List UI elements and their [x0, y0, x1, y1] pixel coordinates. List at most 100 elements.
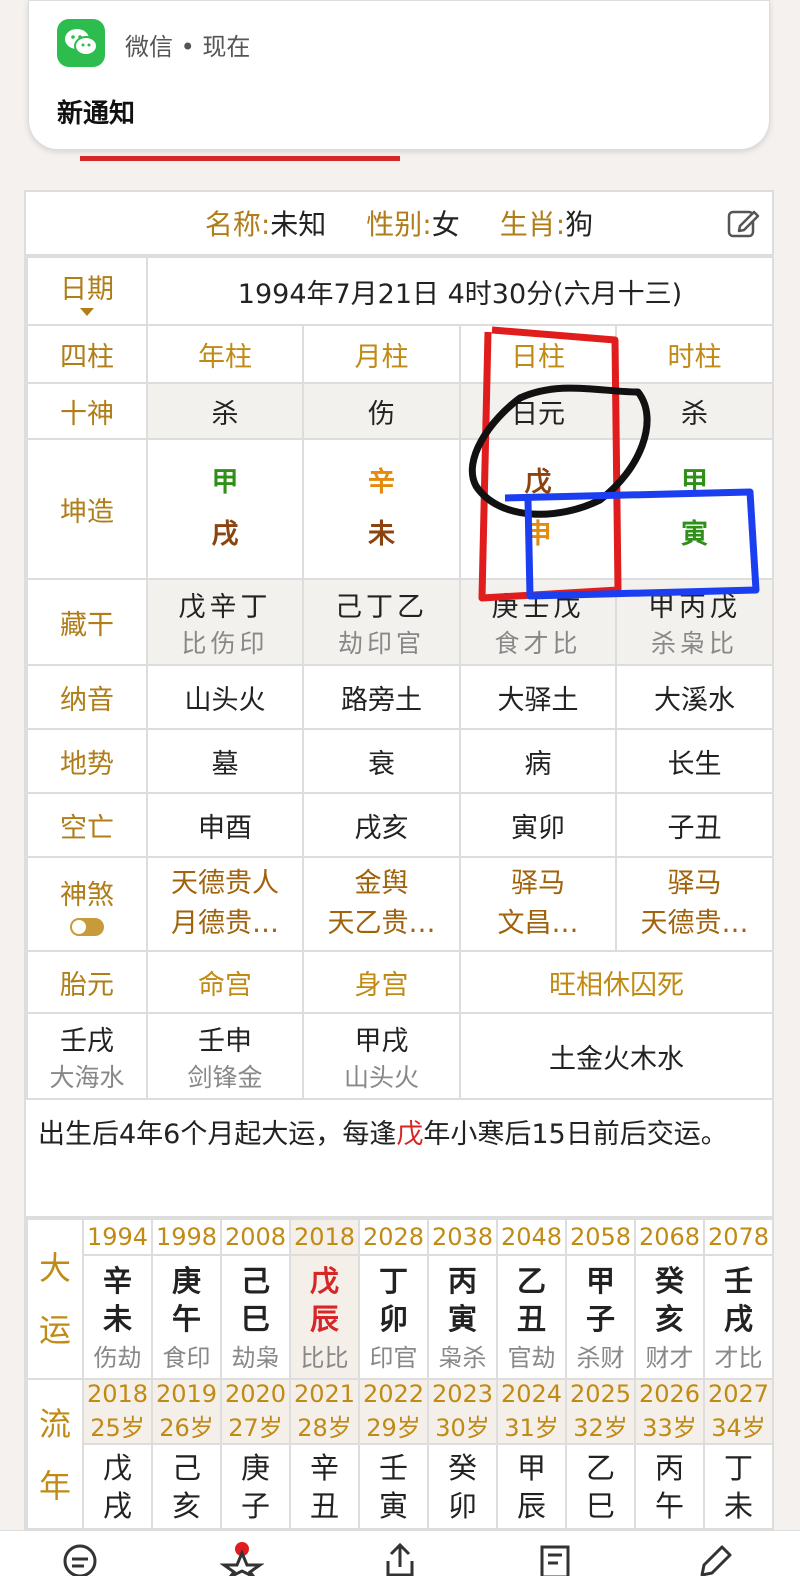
- dayun-branch: 子: [585, 1301, 615, 1336]
- canggan-hour-gods: 杀枭比: [650, 628, 738, 658]
- liunian-year-cell[interactable]: 2024 31岁: [496, 1378, 567, 1445]
- dayun-years-row: 大运 1994 1998 2008 2018 2028 2038 2048 20…: [26, 1218, 774, 1380]
- dayun-year[interactable]: 2048: [496, 1218, 567, 1256]
- taiyuan-value: 壬戌: [60, 1025, 114, 1057]
- dayun-year-current[interactable]: 2018: [289, 1218, 360, 1256]
- share-icon[interactable]: [380, 1541, 420, 1576]
- day-pillar-header: 日柱: [459, 324, 617, 384]
- liunian-branch: 丑: [309, 1489, 339, 1523]
- day-branch: 申: [524, 519, 552, 550]
- dayun-cell-current[interactable]: 戊辰比比: [289, 1254, 360, 1380]
- dayun-cell[interactable]: 丙寅枭杀: [427, 1254, 498, 1380]
- shensha-hour-1[interactable]: 驿马: [617, 864, 772, 904]
- liunian-year: 2026: [638, 1380, 701, 1408]
- liunian-year-cell[interactable]: 2023 30岁: [427, 1378, 498, 1445]
- shishen-label: 十神: [26, 382, 148, 440]
- liunian-cell[interactable]: 癸卯: [427, 1443, 498, 1531]
- kunzao-label: 坤造: [26, 438, 148, 580]
- nayin-label: 纳音: [26, 664, 148, 730]
- comment-icon[interactable]: [60, 1541, 100, 1576]
- shensha-year-2[interactable]: 月德贵…: [148, 904, 302, 944]
- dayun-year[interactable]: 2028: [358, 1218, 429, 1256]
- edit-pen-icon[interactable]: [694, 1541, 734, 1576]
- dropdown-arrow-icon: [80, 307, 94, 316]
- bazi-table: 日期 1994年7月21日 4时30分(六月十三) 四柱 年柱 月柱 日柱 时柱…: [26, 256, 774, 1100]
- dayun-cell[interactable]: 庚午食印: [151, 1254, 222, 1380]
- taiyuan-nayin: 大海水: [49, 1062, 125, 1092]
- liunian-year-cell[interactable]: 2022 29岁: [358, 1378, 429, 1445]
- dayun-gods: 财才: [645, 1343, 694, 1372]
- shensha-year-1[interactable]: 天德贵人: [148, 864, 302, 904]
- shensha-hour-2[interactable]: 天德贵…: [617, 904, 772, 944]
- liunian-stem: 乙: [585, 1451, 615, 1485]
- dayun-year[interactable]: 2078: [703, 1218, 774, 1256]
- dayun-cell[interactable]: 辛未伤劫: [82, 1254, 153, 1380]
- liunian-cell[interactable]: 乙巳: [565, 1443, 636, 1531]
- liunian-cell[interactable]: 甲辰: [496, 1443, 567, 1531]
- note-after: 年小寒后15日前后交运。: [423, 1119, 728, 1150]
- liunian-cell[interactable]: 壬寅: [358, 1443, 429, 1531]
- notification-banner[interactable]: 微信 • 现在 新通知: [28, 0, 770, 150]
- date-label[interactable]: 日期: [26, 256, 148, 326]
- toggle-knob: [72, 919, 86, 934]
- kongwang-day: 寅卯: [459, 792, 617, 858]
- dayun-stem: 丙: [447, 1263, 477, 1298]
- shensha-day-2[interactable]: 文昌…: [461, 904, 615, 944]
- liunian-age: 31岁: [504, 1414, 559, 1442]
- dayun-year[interactable]: 2068: [634, 1218, 705, 1256]
- dayun-cell[interactable]: 乙丑官劫: [496, 1254, 567, 1380]
- dayun-cell[interactable]: 己巳劫枭: [220, 1254, 291, 1380]
- dayun-year[interactable]: 1998: [151, 1218, 222, 1256]
- liunian-cell[interactable]: 庚子: [220, 1443, 291, 1531]
- liunian-year-cell[interactable]: 2027 34岁: [703, 1378, 774, 1445]
- shensha-day-1[interactable]: 驿马: [461, 864, 615, 904]
- liunian-branch: 未: [723, 1489, 753, 1523]
- dayun-cell[interactable]: 壬戌才比: [703, 1254, 774, 1380]
- note-icon[interactable]: [536, 1541, 576, 1576]
- dayun-branch: 辰: [309, 1301, 339, 1336]
- shishen-day: 日元: [459, 382, 617, 440]
- dayun-cell[interactable]: 癸亥财才: [634, 1254, 705, 1380]
- liunian-cell[interactable]: 辛丑: [289, 1443, 360, 1531]
- edit-icon[interactable]: [726, 206, 760, 247]
- nayin-month: 路旁土: [302, 664, 461, 730]
- dayun-stem: 壬: [723, 1263, 753, 1298]
- dayun-branch: 卯: [378, 1301, 408, 1336]
- liunian-branch: 亥: [171, 1489, 201, 1523]
- kongwang-row: 空亡 申酉 戌亥 寅卯 子丑: [26, 792, 774, 858]
- shensha-month-1[interactable]: 金舆: [304, 864, 459, 904]
- dayun-cell[interactable]: 甲子杀财: [565, 1254, 636, 1380]
- liunian-year-cell[interactable]: 2019 26岁: [151, 1378, 222, 1445]
- dayun-year[interactable]: 2008: [220, 1218, 291, 1256]
- liunian-cell[interactable]: 丙午: [634, 1443, 705, 1531]
- shishen-month: 伤: [302, 382, 461, 440]
- dayun-label-1: 大: [38, 1249, 71, 1287]
- kongwang-year: 申酉: [146, 792, 304, 858]
- dayun-cell[interactable]: 丁卯印官: [358, 1254, 429, 1380]
- liunian-cell[interactable]: 己亥: [151, 1443, 222, 1531]
- dayun-year[interactable]: 2038: [427, 1218, 498, 1256]
- liunian-cell[interactable]: 戊戌: [82, 1443, 153, 1531]
- date-value: 1994年7月21日 4时30分(六月十三): [146, 256, 774, 326]
- shengong-label: 身宫: [302, 950, 461, 1014]
- liunian-stem: 己: [171, 1451, 201, 1485]
- liunian-year-cell[interactable]: 2018 25岁: [82, 1378, 153, 1445]
- toggle-switch[interactable]: [70, 917, 104, 936]
- liunian-year: 2025: [569, 1380, 632, 1408]
- kongwang-month: 戌亥: [302, 792, 461, 858]
- liunian-year-cell[interactable]: 2021 28岁: [289, 1378, 360, 1445]
- shensha-month-2[interactable]: 天乙贵…: [304, 904, 459, 944]
- dayun-year[interactable]: 1994: [82, 1218, 153, 1256]
- liunian-year-cell[interactable]: 2025 32岁: [565, 1378, 636, 1445]
- dayun-year[interactable]: 2058: [565, 1218, 636, 1256]
- nayin-day: 大驿土: [459, 664, 617, 730]
- dayun-branch: 寅: [447, 1301, 477, 1336]
- minggong-value: 壬申: [198, 1025, 252, 1057]
- liunian-year-cell[interactable]: 2026 33岁: [634, 1378, 705, 1445]
- star-icon[interactable]: [219, 1541, 265, 1576]
- dayun-stem: 丁: [378, 1263, 408, 1298]
- dayun-gods: 杀财: [576, 1343, 625, 1372]
- liunian-cell[interactable]: 丁未: [703, 1443, 774, 1531]
- dayun-table: 大运 1994 1998 2008 2018 2028 2038 2048 20…: [26, 1218, 774, 1531]
- liunian-year-cell[interactable]: 2020 27岁: [220, 1378, 291, 1445]
